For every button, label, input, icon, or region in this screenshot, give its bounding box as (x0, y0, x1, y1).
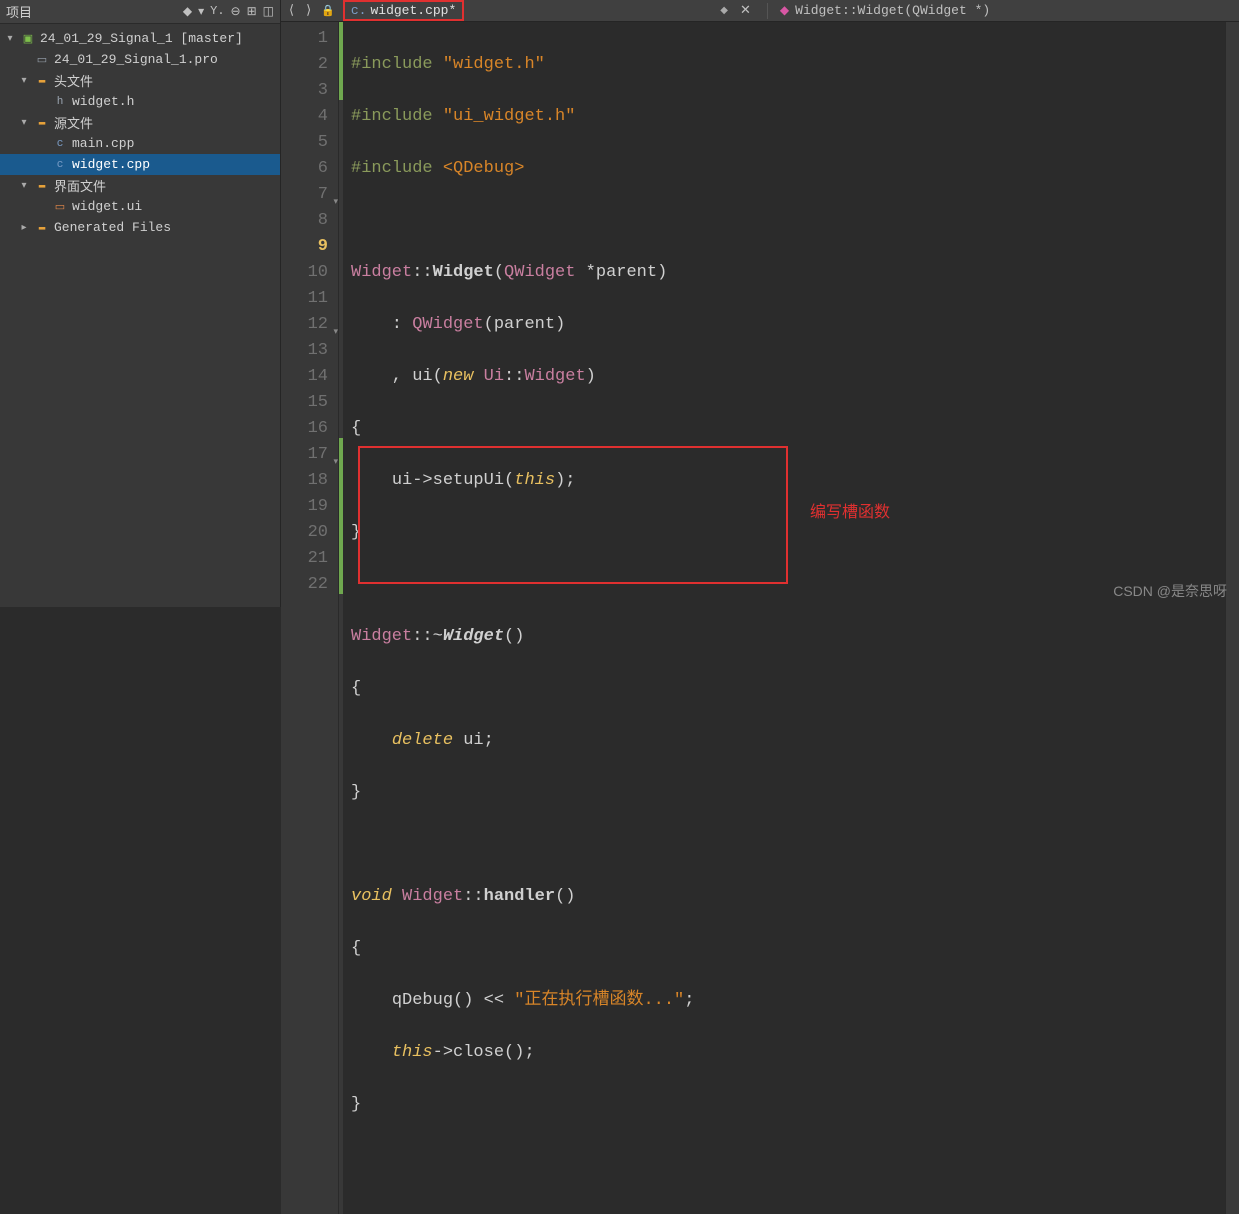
line-num: 1 (281, 26, 328, 52)
file-tab-label: widget.cpp* (370, 3, 456, 18)
tree-sources-folder[interactable]: ▾ ▬ 源文件 (0, 112, 280, 133)
fold-icon[interactable]: ▾ (333, 189, 338, 215)
line-gutter: 1 2 3 4 5 6 7▾ 8 9 10 11 12▾ 13 14 15 16… (281, 22, 339, 1214)
file-tab[interactable]: c. widget.cpp* (343, 0, 464, 21)
tree-header-file[interactable]: h widget.h (0, 91, 280, 112)
folder-icon: ▬ (34, 73, 50, 89)
cpp-file-icon: c. (351, 3, 367, 18)
line-num: 15 (281, 390, 328, 416)
file-icon: ▭ (34, 52, 50, 68)
folder-icon: ▬ (34, 178, 50, 194)
lock-icon[interactable]: 🔒 (321, 4, 335, 18)
line-num: 8 (281, 208, 328, 234)
tree-headers-folder[interactable]: ▾ ▬ 头文件 (0, 70, 280, 91)
line-num: 20 (281, 520, 328, 546)
editor-toolbar: ⟨ ⟩ 🔒 c. widget.cpp* ◆ ✕ ◆ Widget::Widge… (281, 0, 1239, 22)
expand-icon[interactable]: ⊞ (247, 4, 257, 19)
h-file-icon: h (52, 94, 68, 110)
project-tree: ▾ ▣ 24_01_29_Signal_1 [master] ▭ 24_01_2… (0, 24, 280, 242)
line-num: 17▾ (281, 442, 328, 468)
tree-forms-folder[interactable]: ▾ ▬ 界面文件 (0, 175, 280, 196)
tree-label: widget.h (72, 94, 134, 109)
chevron-down-icon: ▾ (4, 33, 16, 45)
tree-label: 24_01_29_Signal_1.pro (54, 52, 218, 67)
tree-generated-folder[interactable]: ▸ ▬ Generated Files (0, 217, 280, 238)
line-num: 5 (281, 130, 328, 156)
project-sidebar: 项目 ◆ ▾ Y. ⊖ ⊞ ◫ ▾ ▣ 24_01_29_Signal_1 [m… (0, 0, 281, 607)
filter-icon[interactable]: ▾ (198, 4, 204, 19)
annotation-text: 编写槽函数 (810, 498, 890, 522)
line-num: 13 (281, 338, 328, 364)
tree-label: widget.ui (72, 199, 142, 214)
line-num: 12▾ (281, 312, 328, 338)
editor-area: ⟨ ⟩ 🔒 c. widget.cpp* ◆ ✕ ◆ Widget::Widge… (281, 0, 1239, 607)
tree-pro-file[interactable]: ▭ 24_01_29_Signal_1.pro (0, 49, 280, 70)
ui-file-icon: ▭ (52, 199, 68, 215)
line-num: 2 (281, 52, 328, 78)
tree-label: 界面文件 (54, 176, 106, 195)
line-num: 21 (281, 546, 328, 572)
line-num: 16 (281, 416, 328, 442)
tree-widget-ui[interactable]: ▭ widget.ui (0, 196, 280, 217)
tree-project-root[interactable]: ▾ ▣ 24_01_29_Signal_1 [master] (0, 28, 280, 49)
line-num: 11 (281, 286, 328, 312)
line-num-current: 9 (281, 234, 328, 260)
fold-icon[interactable]: ▾ (333, 319, 338, 345)
line-num: 4 (281, 104, 328, 130)
chevron-down-icon: ▾ (18, 180, 30, 192)
tree-label: 24_01_29_Signal_1 [master] (40, 31, 243, 46)
nav-forward-icon[interactable]: ⟩ (304, 3, 313, 18)
line-num: 3 (281, 78, 328, 104)
tree-label: 源文件 (54, 113, 93, 132)
line-num: 19 (281, 494, 328, 520)
cpp-file-icon: c (52, 136, 68, 152)
breadcrumb-label: Widget::Widget(QWidget *) (795, 3, 990, 18)
tree-label: main.cpp (72, 136, 134, 151)
watermark: CSDN @是奈思呀 (1113, 581, 1227, 601)
combo-arrow-icon[interactable]: ◆ (720, 5, 728, 17)
sidebar-title: 项目 (6, 2, 183, 21)
line-num: 7▾ (281, 182, 328, 208)
link-icon[interactable]: ⊖ (231, 4, 241, 19)
tree-main-cpp[interactable]: c main.cpp (0, 133, 280, 154)
nav-back-icon[interactable]: ⟨ (287, 3, 296, 18)
fold-icon[interactable]: ▾ (333, 449, 338, 475)
split-icon[interactable]: ◫ (263, 4, 274, 19)
qt-project-icon: ▣ (20, 31, 36, 47)
dropdown-icon[interactable]: ◆ (183, 4, 192, 19)
chevron-down-icon: ▾ (18, 117, 30, 129)
tree-label: 头文件 (54, 71, 93, 90)
line-num: 18 (281, 468, 328, 494)
line-num: 14 (281, 364, 328, 390)
line-num: 6 (281, 156, 328, 182)
code-editor[interactable]: #include "widget.h" #include "ui_widget.… (343, 22, 1225, 1214)
sidebar-header: 项目 ◆ ▾ Y. ⊖ ⊞ ◫ (0, 0, 280, 24)
close-icon[interactable]: ✕ (736, 3, 755, 18)
cpp-file-icon: c (52, 157, 68, 173)
tree-label: widget.cpp (72, 157, 150, 172)
chevron-down-icon: ▾ (18, 75, 30, 87)
symbol-breadcrumb[interactable]: ◆ Widget::Widget(QWidget *) (780, 3, 990, 18)
line-num: 22 (281, 572, 328, 598)
method-icon: ◆ (780, 3, 789, 18)
scrollbar[interactable] (1225, 22, 1239, 1214)
filter2-icon[interactable]: Y. (210, 4, 224, 19)
chevron-right-icon: ▸ (18, 222, 30, 234)
line-num: 10 (281, 260, 328, 286)
folder-icon: ▬ (34, 115, 50, 131)
tree-widget-cpp[interactable]: c widget.cpp (0, 154, 280, 175)
folder-icon: ▬ (34, 220, 50, 236)
tree-label: Generated Files (54, 220, 171, 235)
